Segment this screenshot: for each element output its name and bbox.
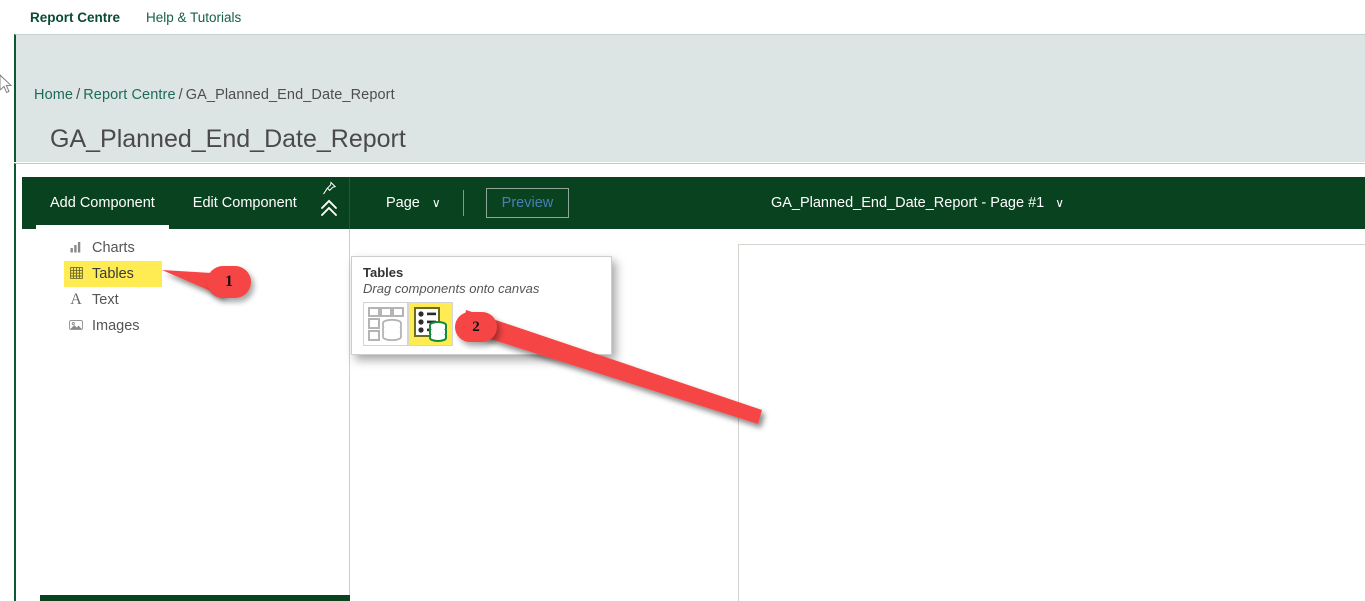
- report-page-selector-label: GA_Planned_End_Date_Report - Page #1: [770, 195, 1045, 211]
- table-layout-db-icon: [367, 307, 404, 342]
- image-icon: [68, 319, 84, 334]
- report-page-selector[interactable]: GA_Planned_End_Date_Report - Page #1 ∨: [771, 195, 1064, 211]
- annotation-badge-1-label: 1: [225, 273, 233, 290]
- page-header-band: Home / Report Centre / GA_Planned_End_Date_R…: [14, 34, 1365, 162]
- chevron-down-icon: ∨: [431, 196, 441, 210]
- annotation-badge-2: 2: [455, 312, 497, 342]
- text-A-icon: A: [70, 291, 82, 308]
- canvas-page-sheet[interactable]: [738, 244, 1365, 601]
- pin-icon[interactable]: [322, 181, 337, 196]
- preview-button[interactable]: Preview: [485, 188, 570, 218]
- sidebar-item-charts-label: Charts: [92, 240, 135, 256]
- breadcrumb-link-report-centre[interactable]: Report Centre: [83, 87, 175, 103]
- breadcrumb-link-home[interactable]: Home: [34, 87, 73, 103]
- tab-edit-component[interactable]: Edit Component: [193, 177, 297, 229]
- annotation-badge-2-label: 2: [472, 318, 480, 335]
- breadcrumb-current: GA_Planned_End_Date_Report: [185, 87, 395, 103]
- mouse-cursor-icon: [0, 74, 13, 94]
- breadcrumb-separator-2: /: [178, 87, 183, 103]
- list-detail-db-icon: [413, 307, 447, 342]
- table-grid-icon: [68, 266, 84, 282]
- builder-toolbar: Add Component Edit Component Page ∨ Prev…: [22, 177, 1365, 229]
- sidebar-item-images-label: Images: [92, 318, 140, 334]
- page-menu-label: Page: [386, 195, 420, 211]
- topnav-item-help-tutorials[interactable]: Help & Tutorials: [146, 10, 241, 25]
- sidebar-footer-bar: [40, 595, 350, 601]
- bar-chart-icon: [68, 241, 84, 256]
- sidebar-item-tables[interactable]: Tables: [64, 261, 162, 287]
- flyout-title: Tables: [363, 265, 404, 280]
- breadcrumb-separator-1: /: [76, 87, 81, 103]
- toolbar-panel-controls: [303, 177, 343, 229]
- tab-edit-component-label: Edit Component: [192, 195, 297, 211]
- toolbar-tab-group: Add Component Edit Component: [22, 177, 350, 229]
- app-root: Report Centre Help & Tutorials Home / Repo…: [0, 0, 1365, 601]
- sidebar-item-text-label: Text: [92, 292, 119, 308]
- sidebar-item-tables-label: Tables: [92, 266, 134, 282]
- toolbar-actions: Page ∨ Preview GA_Planned_End_Date_Repor…: [350, 177, 1365, 229]
- sidebar-item-text[interactable]: A Text: [64, 287, 164, 313]
- chevron-double-up-icon[interactable]: [319, 197, 339, 219]
- flyout-subtitle: Drag components onto canvas: [363, 281, 540, 296]
- breadcrumb: Home / Report Centre / GA_Planned_End_Date_R…: [34, 87, 395, 103]
- sidebar-item-charts[interactable]: Charts: [64, 235, 164, 261]
- annotation-badge-1: 1: [207, 266, 251, 298]
- flyout-component-2[interactable]: [408, 302, 453, 346]
- page-menu-button[interactable]: Page ∨: [386, 195, 441, 211]
- sidebar-item-images[interactable]: Images: [64, 313, 164, 339]
- flyout-component-1[interactable]: [363, 302, 408, 346]
- page-title: GA_Planned_End_Date_Report: [50, 125, 406, 153]
- topnav-item-report-centre[interactable]: Report Centre: [30, 10, 120, 25]
- toolbar-divider: [462, 190, 464, 216]
- top-navigation-bar: Report Centre Help & Tutorials: [0, 0, 1365, 34]
- tab-add-component-label: Add Component: [50, 195, 155, 211]
- component-sidebar: Charts Tables A Text Images: [22, 229, 350, 601]
- chevron-down-icon-2: ∨: [1055, 196, 1065, 210]
- tab-add-component[interactable]: Add Component: [36, 177, 169, 229]
